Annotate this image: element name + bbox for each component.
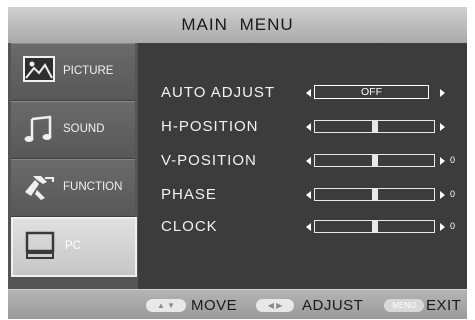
arrow-left-icon[interactable]: [306, 123, 311, 131]
setting-v-position[interactable]: V-POSITION 0: [138, 150, 467, 172]
setting-label: V-POSITION: [161, 152, 257, 169]
setting-label: AUTO ADJUST: [161, 84, 276, 101]
arrow-left-icon[interactable]: [306, 89, 311, 97]
monitor-icon: [25, 231, 55, 259]
left-right-keys-icon: ◀ ▶: [256, 299, 294, 312]
sidebar-item-label: FUNCTION: [63, 181, 123, 193]
arrow-right-icon[interactable]: [440, 191, 445, 199]
arrow-right-icon[interactable]: [440, 157, 445, 165]
sidebar-item-sound[interactable]: SOUND: [11, 101, 135, 159]
osd-window: MAIN MENU PICTURE SOUND FUNCTION PC AUTO…: [8, 7, 467, 319]
menu-title: MAIN MENU: [181, 15, 294, 34]
footer-hints: ▲ ▼ MOVE ◀ ▶ ADJUST MENU EXIT: [8, 289, 467, 319]
setting-clock[interactable]: CLOCK 0: [138, 216, 467, 238]
setting-label: H-POSITION: [161, 118, 259, 135]
settings-panel: AUTO ADJUST OFF H-POSITION V-POSITION 0: [138, 43, 467, 289]
setting-label: PHASE: [161, 186, 217, 203]
slider-knob[interactable]: [372, 221, 378, 232]
sidebar-item-function[interactable]: FUNCTION: [11, 159, 135, 217]
arrow-right-icon[interactable]: [440, 123, 445, 131]
music-note-icon: [24, 115, 52, 142]
setting-phase[interactable]: PHASE 0: [138, 184, 467, 206]
tools-icon: [25, 176, 54, 200]
arrow-left-icon[interactable]: [306, 191, 311, 199]
v-position-slider[interactable]: [314, 154, 435, 167]
phase-slider[interactable]: [314, 188, 435, 201]
menu-key-icon: MENU: [384, 299, 424, 312]
arrow-left-icon[interactable]: [306, 223, 311, 231]
clock-slider[interactable]: [314, 220, 435, 233]
setting-label: CLOCK: [161, 218, 218, 235]
up-down-keys-icon: ▲ ▼: [146, 299, 186, 312]
sidebar-item-pc[interactable]: PC: [11, 217, 137, 277]
setting-value: 0: [450, 221, 456, 231]
sidebar-item-label: PC: [65, 240, 81, 252]
adjust-hint: ADJUST: [302, 297, 364, 314]
picture-icon: [23, 56, 55, 82]
arrow-right-icon[interactable]: [440, 89, 445, 97]
menu-header: MAIN MENU: [8, 7, 467, 44]
move-hint: MOVE: [191, 297, 238, 314]
sidebar: PICTURE SOUND FUNCTION PC: [8, 43, 138, 289]
slider-knob[interactable]: [372, 121, 378, 132]
sidebar-item-picture[interactable]: PICTURE: [11, 43, 135, 101]
sidebar-item-label: PICTURE: [63, 65, 114, 77]
setting-value: 0: [450, 189, 456, 199]
sidebar-item-label: SOUND: [63, 123, 105, 135]
option-value: OFF: [314, 85, 429, 99]
slider-knob[interactable]: [372, 189, 378, 200]
setting-h-position[interactable]: H-POSITION: [138, 116, 467, 138]
slider-knob[interactable]: [372, 155, 378, 166]
setting-value: 0: [450, 155, 456, 165]
arrow-left-icon[interactable]: [306, 157, 311, 165]
h-position-slider[interactable]: [314, 120, 435, 133]
arrow-right-icon[interactable]: [440, 223, 445, 231]
setting-auto-adjust[interactable]: AUTO ADJUST OFF: [138, 82, 467, 104]
exit-hint: EXIT: [426, 297, 462, 314]
